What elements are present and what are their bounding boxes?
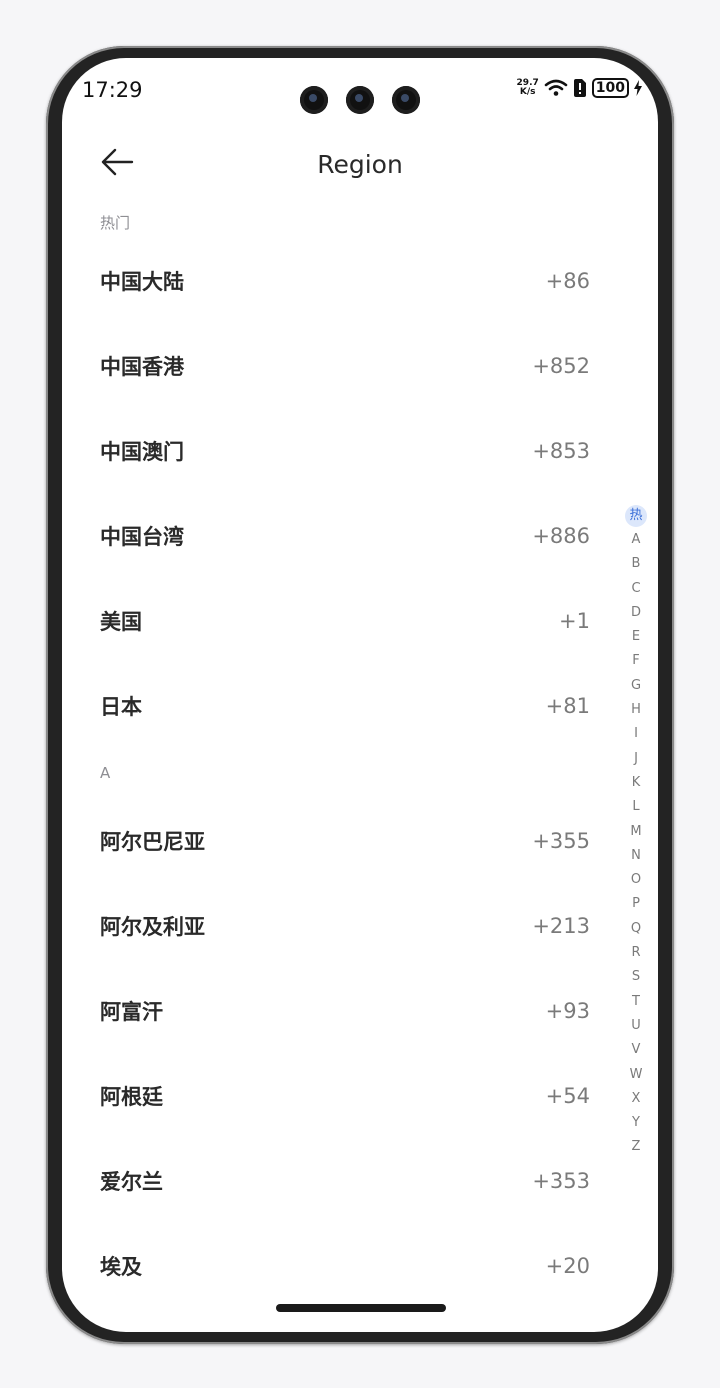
region-row[interactable]: 中国澳门 +853: [62, 408, 658, 493]
region-name: 中国大陆: [100, 269, 184, 294]
region-list: 热门 中国大陆 +86 中国香港 +852 中国澳门 +853 中国台湾 +88…: [62, 208, 658, 1308]
region-row[interactable]: 爱尔兰 +353: [62, 1138, 658, 1223]
battery-level: 100: [595, 80, 625, 96]
phone-frame: 17:29 29.7 K/s 100 Region 热门 中国大陆 +86 中国…: [46, 46, 674, 1344]
camera-icon: [392, 86, 420, 114]
region-name: 爱尔兰: [100, 1169, 163, 1194]
region-name: 美国: [100, 609, 142, 634]
camera-icon: [300, 86, 328, 114]
region-row[interactable]: 阿尔巴尼亚 +355: [62, 798, 658, 883]
index-v[interactable]: V: [632, 1038, 641, 1062]
dial-code: +20: [545, 1253, 590, 1278]
dial-code: +353: [532, 1168, 590, 1193]
dial-code: +86: [545, 268, 590, 293]
index-n[interactable]: N: [631, 844, 641, 868]
battery-indicator: 100: [591, 78, 629, 98]
index-s[interactable]: S: [632, 965, 640, 989]
region-row[interactable]: 阿富汗 +93: [62, 968, 658, 1053]
index-o[interactable]: O: [631, 868, 641, 892]
region-name: 日本: [100, 694, 142, 719]
region-row[interactable]: 阿根廷 +54: [62, 1053, 658, 1138]
region-name: 阿根廷: [100, 1084, 163, 1109]
index-l[interactable]: L: [632, 795, 639, 819]
index-b[interactable]: B: [632, 552, 641, 576]
index-j[interactable]: J: [634, 747, 638, 771]
region-row[interactable]: 日本 +81: [62, 663, 658, 748]
network-speed-unit: K/s: [519, 87, 536, 97]
dial-code: +852: [532, 353, 590, 378]
page-title: Region: [317, 150, 403, 179]
network-speed: 29.7 K/s: [517, 79, 539, 97]
home-indicator[interactable]: [276, 1304, 446, 1312]
dial-code: +54: [545, 1083, 590, 1108]
region-name: 中国澳门: [100, 439, 184, 464]
screen: 17:29 29.7 K/s 100 Region 热门 中国大陆 +86 中国…: [62, 58, 658, 1332]
region-row[interactable]: 美国 +1: [62, 578, 658, 663]
charging-icon: [634, 80, 642, 96]
index-z[interactable]: Z: [632, 1135, 641, 1159]
dial-code: +1: [559, 608, 590, 633]
index-p[interactable]: P: [632, 892, 640, 916]
dial-code: +213: [532, 913, 590, 938]
index-m[interactable]: M: [630, 820, 641, 844]
index-e[interactable]: E: [632, 625, 640, 649]
dial-code: +81: [545, 693, 590, 718]
wifi-icon: [544, 79, 568, 96]
dial-code: +886: [532, 523, 590, 548]
index-u[interactable]: U: [631, 1014, 641, 1038]
region-name: 中国台湾: [100, 524, 184, 549]
index-g[interactable]: G: [631, 674, 641, 698]
region-name: 中国香港: [100, 354, 184, 379]
index-t[interactable]: T: [632, 990, 640, 1014]
index-h[interactable]: H: [631, 698, 641, 722]
status-icons: 29.7 K/s 100: [517, 78, 642, 98]
index-y[interactable]: Y: [632, 1111, 640, 1135]
index-i[interactable]: I: [634, 722, 638, 746]
region-row[interactable]: 中国香港 +852: [62, 323, 658, 408]
dial-code: +355: [532, 828, 590, 853]
index-f[interactable]: F: [632, 649, 639, 673]
index-r[interactable]: R: [631, 941, 640, 965]
alphabet-index-bar: 热 A B C D E F G H I J K L M N O P Q R S …: [624, 504, 648, 1160]
index-c[interactable]: C: [631, 577, 640, 601]
region-name: 埃及: [100, 1254, 142, 1279]
region-name: 阿尔及利亚: [100, 914, 205, 939]
camera-icon: [346, 86, 374, 114]
region-name: 阿尔巴尼亚: [100, 829, 205, 854]
region-row[interactable]: 埃及 +20: [62, 1223, 658, 1308]
dial-code: +853: [532, 438, 590, 463]
index-hot[interactable]: 热: [625, 505, 647, 527]
index-a[interactable]: A: [632, 528, 641, 552]
region-name: 阿富汗: [100, 999, 163, 1024]
index-q[interactable]: Q: [631, 917, 641, 941]
region-row[interactable]: 中国台湾 +886: [62, 493, 658, 578]
sim-alert-icon: [573, 79, 586, 97]
dial-code: +93: [545, 998, 590, 1023]
index-w[interactable]: W: [630, 1063, 643, 1087]
index-x[interactable]: X: [632, 1087, 641, 1111]
section-header-a: A: [100, 764, 111, 782]
index-k[interactable]: K: [632, 771, 641, 795]
status-time: 17:29: [82, 78, 143, 102]
region-row[interactable]: 中国大陆 +86: [62, 238, 658, 323]
section-header-hot: 热门: [100, 214, 131, 232]
region-row[interactable]: 阿尔及利亚 +213: [62, 883, 658, 968]
index-d[interactable]: D: [631, 601, 641, 625]
